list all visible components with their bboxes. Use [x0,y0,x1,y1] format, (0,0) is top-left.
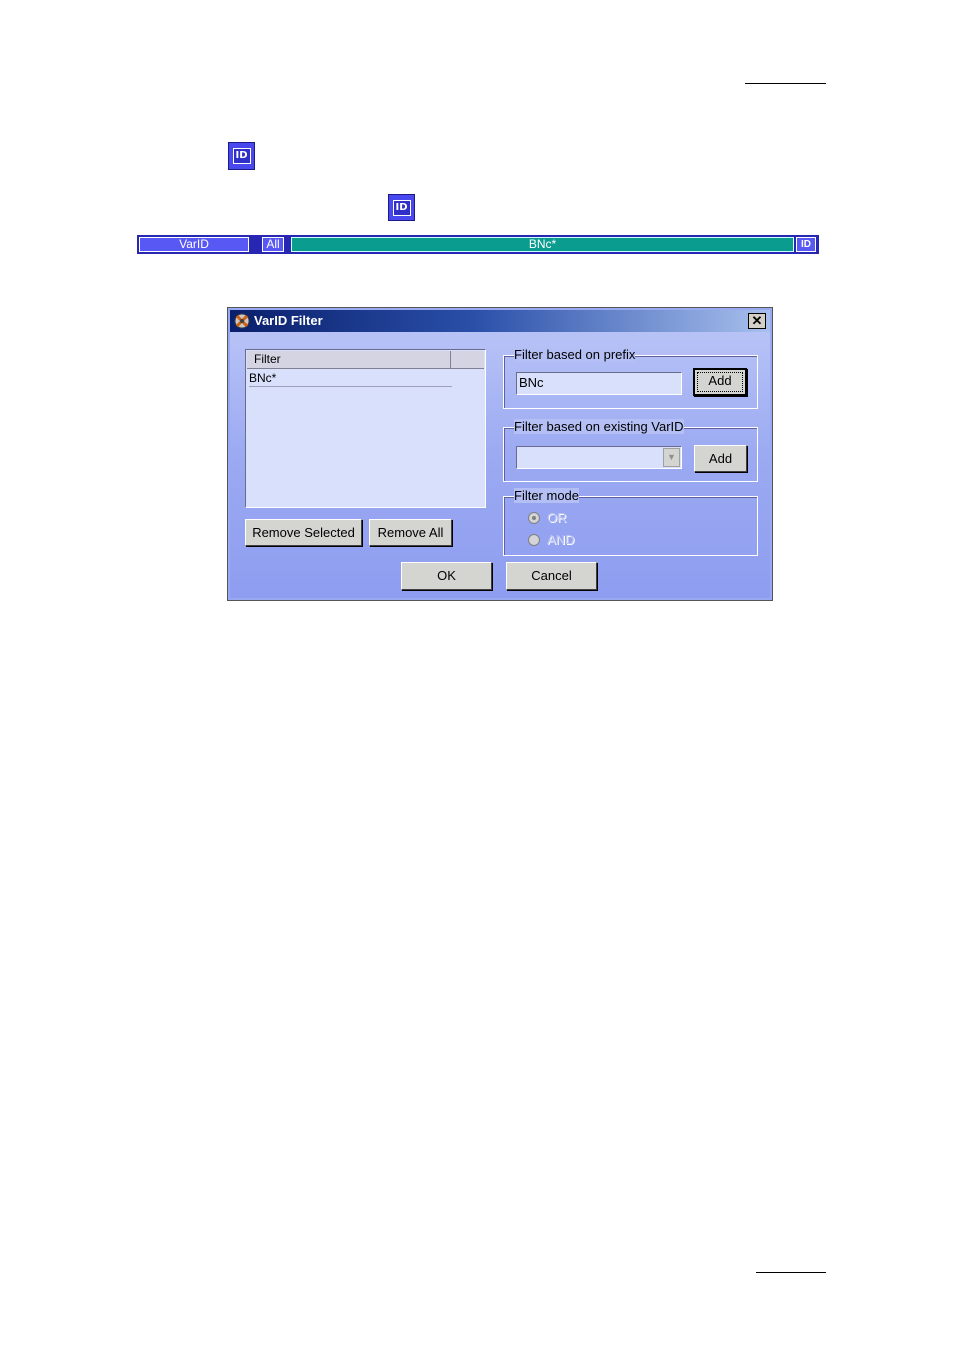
dialog-titlebar[interactable]: VarID Filter ✕ [230,310,770,332]
prefix-input[interactable]: BNc [516,372,682,395]
chevron-down-icon[interactable]: ▼ [663,448,680,467]
radio-and-indicator[interactable] [528,533,540,546]
remove-all-button[interactable]: Remove All [369,519,452,546]
footer-rule [756,1272,826,1273]
id-icon-label: ID [232,148,251,164]
filter-field-label[interactable]: VarID [139,237,249,252]
remove-selected-button[interactable]: Remove Selected [245,519,362,546]
varid-filter-dialog: VarID Filter ✕ Filter BNc* Remove Select… [227,307,773,601]
filter-mode-group: Filter mode OR AND [503,488,758,556]
filter-mode-legend: Filter mode [514,488,580,503]
app-logo-icon [234,313,250,329]
varid-filter-icon-inline: ID [388,194,415,221]
radio-or[interactable]: OR [528,510,567,525]
filter-value-field[interactable]: BNc* [291,237,794,252]
close-icon[interactable]: ✕ [748,313,766,329]
ok-button[interactable]: OK [401,562,492,590]
prefix-filter-legend: Filter based on prefix [514,347,636,362]
all-button[interactable]: All [262,237,284,252]
id-filter-button[interactable]: ID [796,237,816,252]
dialog-title: VarID Filter [254,313,323,328]
varid-filter-bar: VarID All BNc* ID [137,235,819,254]
existing-varid-group: Filter based on existing VarID ▼ Add [503,419,758,482]
radio-and-label: AND [547,532,575,547]
radio-or-indicator[interactable] [528,511,540,524]
add-prefix-button[interactable]: Add [693,368,747,396]
existing-varid-dropdown[interactable]: ▼ [516,446,682,469]
filter-column-header[interactable]: Filter [247,351,451,368]
radio-and[interactable]: AND [528,532,574,547]
header-rule [745,83,826,84]
dialog-body: Filter BNc* Remove Selected Remove All F… [230,332,770,598]
focus-indicator [697,372,743,392]
cancel-button[interactable]: Cancel [506,562,597,590]
filter-list-header: Filter [247,351,484,369]
existing-varid-legend: Filter based on existing VarID [514,419,684,434]
varid-filter-icon: ID [228,142,255,170]
prefix-filter-group: Filter based on prefix BNc Add [503,347,758,409]
list-item[interactable]: BNc* [249,371,452,387]
radio-or-label: OR [547,510,567,525]
add-existing-button[interactable]: Add [694,445,747,472]
id-icon-label: ID [392,199,411,216]
filter-list[interactable]: Filter BNc* [245,349,486,508]
